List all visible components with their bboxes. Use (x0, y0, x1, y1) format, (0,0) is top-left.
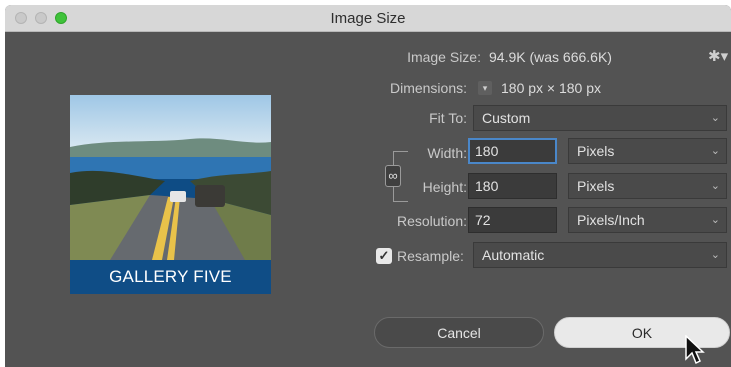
checkmark-icon: ✓ (378, 248, 390, 263)
resolution-input[interactable]: 72 (468, 207, 557, 233)
chevron-down-icon: ⌄ (710, 214, 720, 226)
constrain-proportions: ∞ (385, 151, 408, 202)
image-preview: GALLERY FIVE (70, 95, 271, 294)
width-unit-select[interactable]: Pixels ⌄ (568, 138, 727, 164)
dimensions-value: 180 px × 180 px (501, 80, 602, 96)
image-size-dialog: Image Size GALLERY FIVE Image Size: 94.9… (5, 5, 731, 367)
height-label: Height: (422, 179, 467, 195)
fit-to-select[interactable]: Custom ⌄ (473, 105, 727, 131)
image-size-value: 94.9K (was 666.6K) (489, 49, 612, 65)
dimensions-label: Dimensions: (389, 80, 467, 96)
width-input[interactable]: 180 (468, 138, 557, 164)
image-size-label: Image Size: (407, 49, 481, 65)
chevron-down-icon: ⌄ (710, 180, 720, 192)
resolution-unit-select[interactable]: Pixels/Inch ⌄ (568, 207, 727, 233)
fit-to-label: Fit To: (429, 110, 467, 126)
width-unit-value: Pixels (577, 143, 615, 159)
gear-icon[interactable]: ✱▾ (708, 47, 728, 65)
chain-link-icon[interactable]: ∞ (385, 165, 401, 187)
cancel-button[interactable]: Cancel (374, 317, 544, 348)
preview-banner: GALLERY FIVE (70, 260, 271, 294)
dimensions-unit-dropdown[interactable]: ▾ (478, 81, 492, 95)
mouse-pointer-icon (685, 335, 705, 365)
height-unit-select[interactable]: Pixels ⌄ (568, 173, 727, 199)
resolution-unit-value: Pixels/Inch (577, 212, 645, 228)
chevron-down-icon: ⌄ (710, 145, 720, 157)
chevron-down-icon: ⌄ (710, 112, 720, 124)
chevron-down-icon: ⌄ (710, 249, 720, 261)
resample-label: Resample: (397, 248, 464, 264)
resample-checkbox[interactable]: ✓ (376, 248, 392, 264)
height-unit-value: Pixels (577, 178, 615, 194)
width-label: Width: (427, 145, 467, 161)
resolution-label: Resolution: (396, 213, 467, 229)
resample-value: Automatic (482, 247, 545, 263)
resample-select[interactable]: Automatic ⌄ (473, 242, 727, 268)
title-bar: Image Size (5, 5, 731, 32)
fit-to-value: Custom (482, 110, 531, 126)
height-input[interactable]: 180 (468, 173, 557, 199)
window-title: Image Size (330, 10, 406, 27)
